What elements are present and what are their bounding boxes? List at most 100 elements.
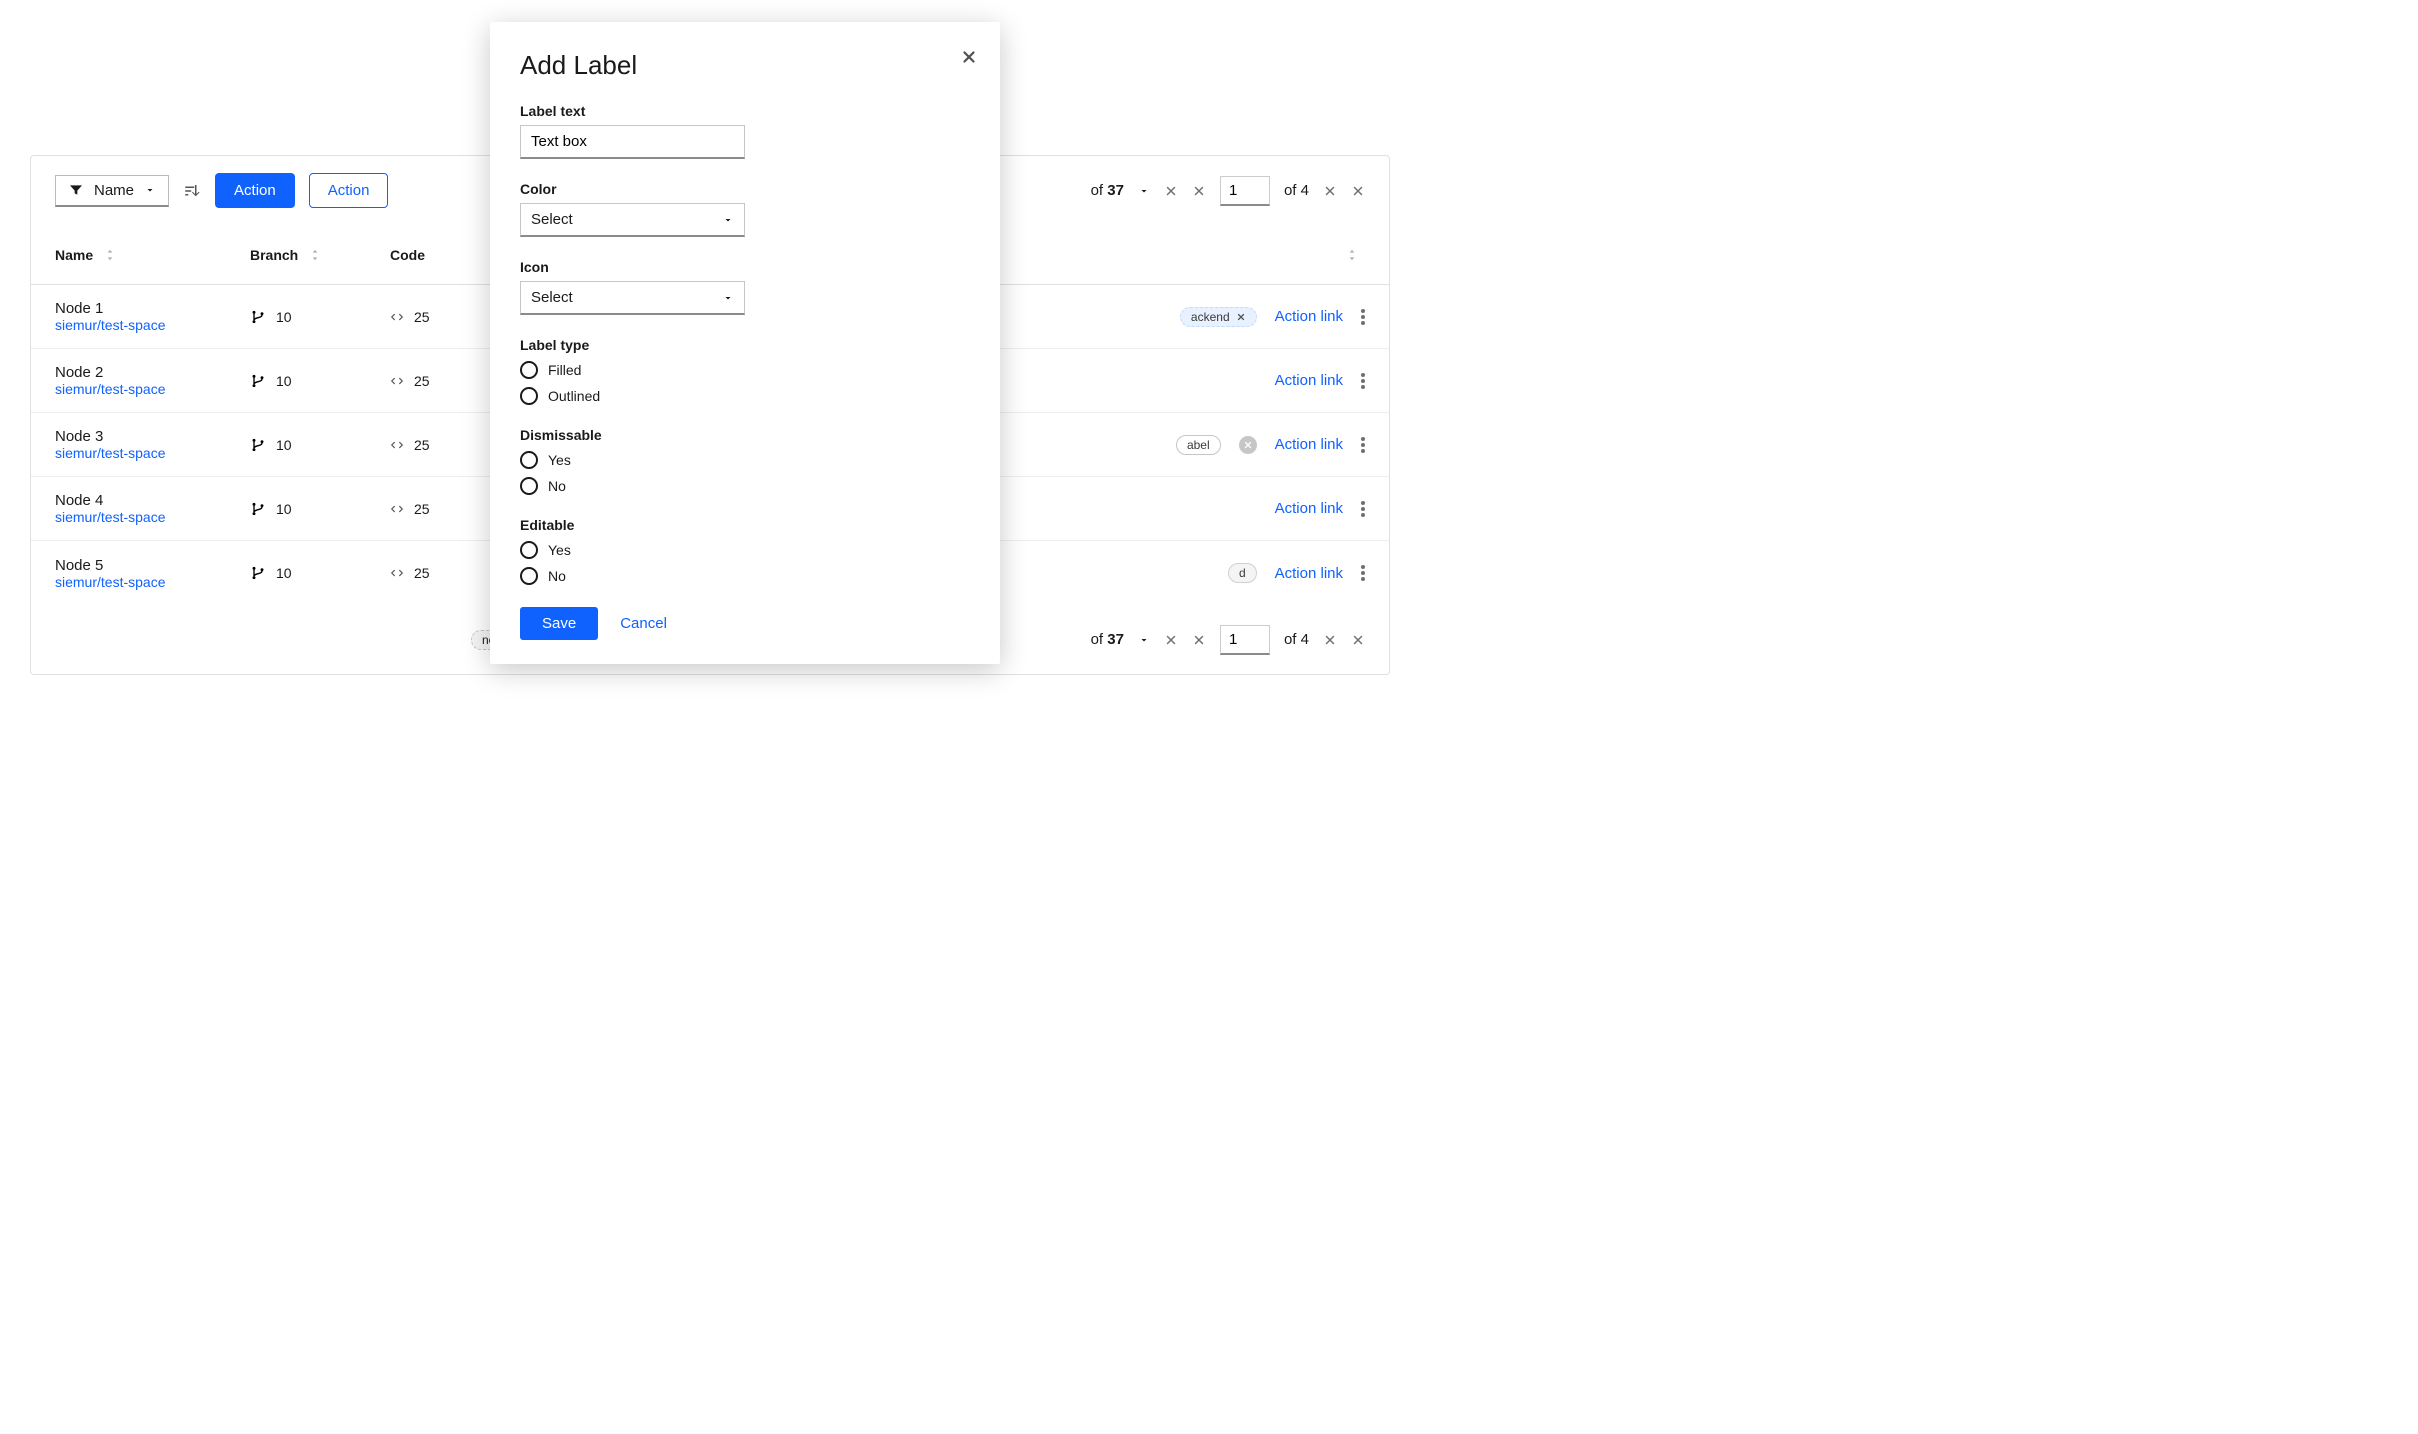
pages-total: of 4	[1284, 182, 1309, 199]
color-select[interactable]: Select	[520, 203, 745, 237]
kebab-menu-icon[interactable]	[1361, 437, 1365, 453]
action-link[interactable]: Action link	[1275, 500, 1343, 517]
action-primary-button[interactable]: Action	[215, 173, 295, 208]
pages-total-bottom: of 4	[1284, 631, 1309, 648]
chip-remove-icon[interactable]	[1239, 436, 1257, 454]
action-link[interactable]: Action link	[1275, 372, 1343, 389]
branch-icon	[250, 565, 266, 581]
node-link[interactable]: siemur/test-space	[55, 445, 165, 461]
radio-filled[interactable]: Filled	[520, 361, 970, 379]
node-name: Node 4	[55, 492, 250, 509]
next-icon[interactable]	[1351, 633, 1365, 647]
caret-down-icon	[144, 184, 156, 196]
node-link[interactable]: siemur/test-space	[55, 317, 165, 333]
radio-icon	[520, 451, 538, 469]
branch-value: 10	[276, 373, 292, 389]
dismissable-label: Dismissable	[520, 427, 970, 443]
radio-icon	[520, 477, 538, 495]
kebab-menu-icon[interactable]	[1361, 373, 1365, 389]
label-chip[interactable]: abel	[1176, 435, 1221, 455]
caret-down-icon	[722, 292, 734, 304]
prev-icon[interactable]	[1323, 633, 1337, 647]
action-secondary-button[interactable]: Action	[309, 173, 389, 208]
radio-icon	[520, 567, 538, 585]
code-value: 25	[414, 373, 430, 389]
clear-icon-2[interactable]	[1192, 633, 1206, 647]
radio-editable-yes[interactable]: Yes	[520, 541, 970, 559]
branch-icon	[250, 309, 266, 325]
action-link[interactable]: Action link	[1275, 308, 1343, 325]
column-header-name[interactable]: Name	[55, 247, 250, 263]
page-number-input[interactable]	[1220, 176, 1270, 206]
code-icon	[390, 566, 404, 580]
branch-value: 10	[276, 501, 292, 517]
label-chip[interactable]: d	[1228, 563, 1257, 583]
label-text-label: Label text	[520, 103, 970, 119]
close-icon[interactable]	[960, 48, 978, 66]
label-chip[interactable]: ackend	[1180, 307, 1257, 327]
branch-value: 10	[276, 565, 292, 581]
items-total: of 37	[1091, 182, 1124, 199]
kebab-menu-icon[interactable]	[1361, 501, 1365, 517]
sort-updown-icon	[308, 247, 322, 263]
items-caret-icon[interactable]	[1138, 634, 1150, 646]
sort-updown-icon	[103, 247, 117, 263]
node-name: Node 2	[55, 364, 250, 381]
action-link[interactable]: Action link	[1275, 436, 1343, 453]
code-icon	[390, 374, 404, 388]
caret-down-icon	[722, 214, 734, 226]
label-type-label: Label type	[520, 337, 970, 353]
node-name: Node 5	[55, 557, 250, 574]
code-icon	[390, 310, 404, 324]
filter-icon	[68, 182, 84, 198]
modal-title: Add Label	[520, 50, 970, 81]
radio-dismissable-yes[interactable]: Yes	[520, 451, 970, 469]
icon-select[interactable]: Select	[520, 281, 745, 315]
pagination-top: of 37 of 4	[1091, 176, 1365, 206]
branch-value: 10	[276, 437, 292, 453]
color-label: Color	[520, 181, 970, 197]
node-link[interactable]: siemur/test-space	[55, 574, 165, 590]
code-value: 25	[414, 437, 430, 453]
column-header-branch[interactable]: Branch	[250, 247, 390, 263]
items-caret-icon[interactable]	[1138, 185, 1150, 197]
add-label-modal: Add Label Label text Color Select Icon S…	[490, 22, 1000, 664]
clear-items-icon[interactable]	[1164, 184, 1178, 198]
icon-label: Icon	[520, 259, 970, 275]
radio-icon	[520, 361, 538, 379]
clear-items-icon-2[interactable]	[1192, 184, 1206, 198]
kebab-menu-icon[interactable]	[1361, 565, 1365, 581]
code-icon	[390, 502, 404, 516]
page-number-input-bottom[interactable]	[1220, 625, 1270, 655]
label-text-input[interactable]	[520, 125, 745, 159]
node-link[interactable]: siemur/test-space	[55, 381, 165, 397]
save-button[interactable]: Save	[520, 607, 598, 640]
radio-outlined[interactable]: Outlined	[520, 387, 970, 405]
code-value: 25	[414, 501, 430, 517]
radio-icon	[520, 387, 538, 405]
node-name: Node 1	[55, 300, 250, 317]
node-link[interactable]: siemur/test-space	[55, 509, 165, 525]
radio-icon	[520, 541, 538, 559]
node-name: Node 3	[55, 428, 250, 445]
branch-icon	[250, 373, 266, 389]
sort-updown-icon	[1345, 247, 1359, 263]
code-value: 25	[414, 565, 430, 581]
code-icon	[390, 438, 404, 452]
radio-editable-no[interactable]: No	[520, 567, 970, 585]
radio-dismissable-no[interactable]: No	[520, 477, 970, 495]
filter-dropdown[interactable]: Name	[55, 175, 169, 207]
chip-remove-icon[interactable]	[1236, 312, 1246, 322]
sort-icon[interactable]	[183, 182, 201, 200]
next-page-icon[interactable]	[1351, 184, 1365, 198]
cancel-button[interactable]: Cancel	[620, 615, 667, 632]
action-link[interactable]: Action link	[1275, 565, 1343, 582]
branch-icon	[250, 437, 266, 453]
kebab-menu-icon[interactable]	[1361, 309, 1365, 325]
prev-page-icon[interactable]	[1323, 184, 1337, 198]
branch-value: 10	[276, 309, 292, 325]
clear-icon[interactable]	[1164, 633, 1178, 647]
editable-label: Editable	[520, 517, 970, 533]
code-value: 25	[414, 309, 430, 325]
items-total-bottom: of 37	[1091, 631, 1124, 648]
